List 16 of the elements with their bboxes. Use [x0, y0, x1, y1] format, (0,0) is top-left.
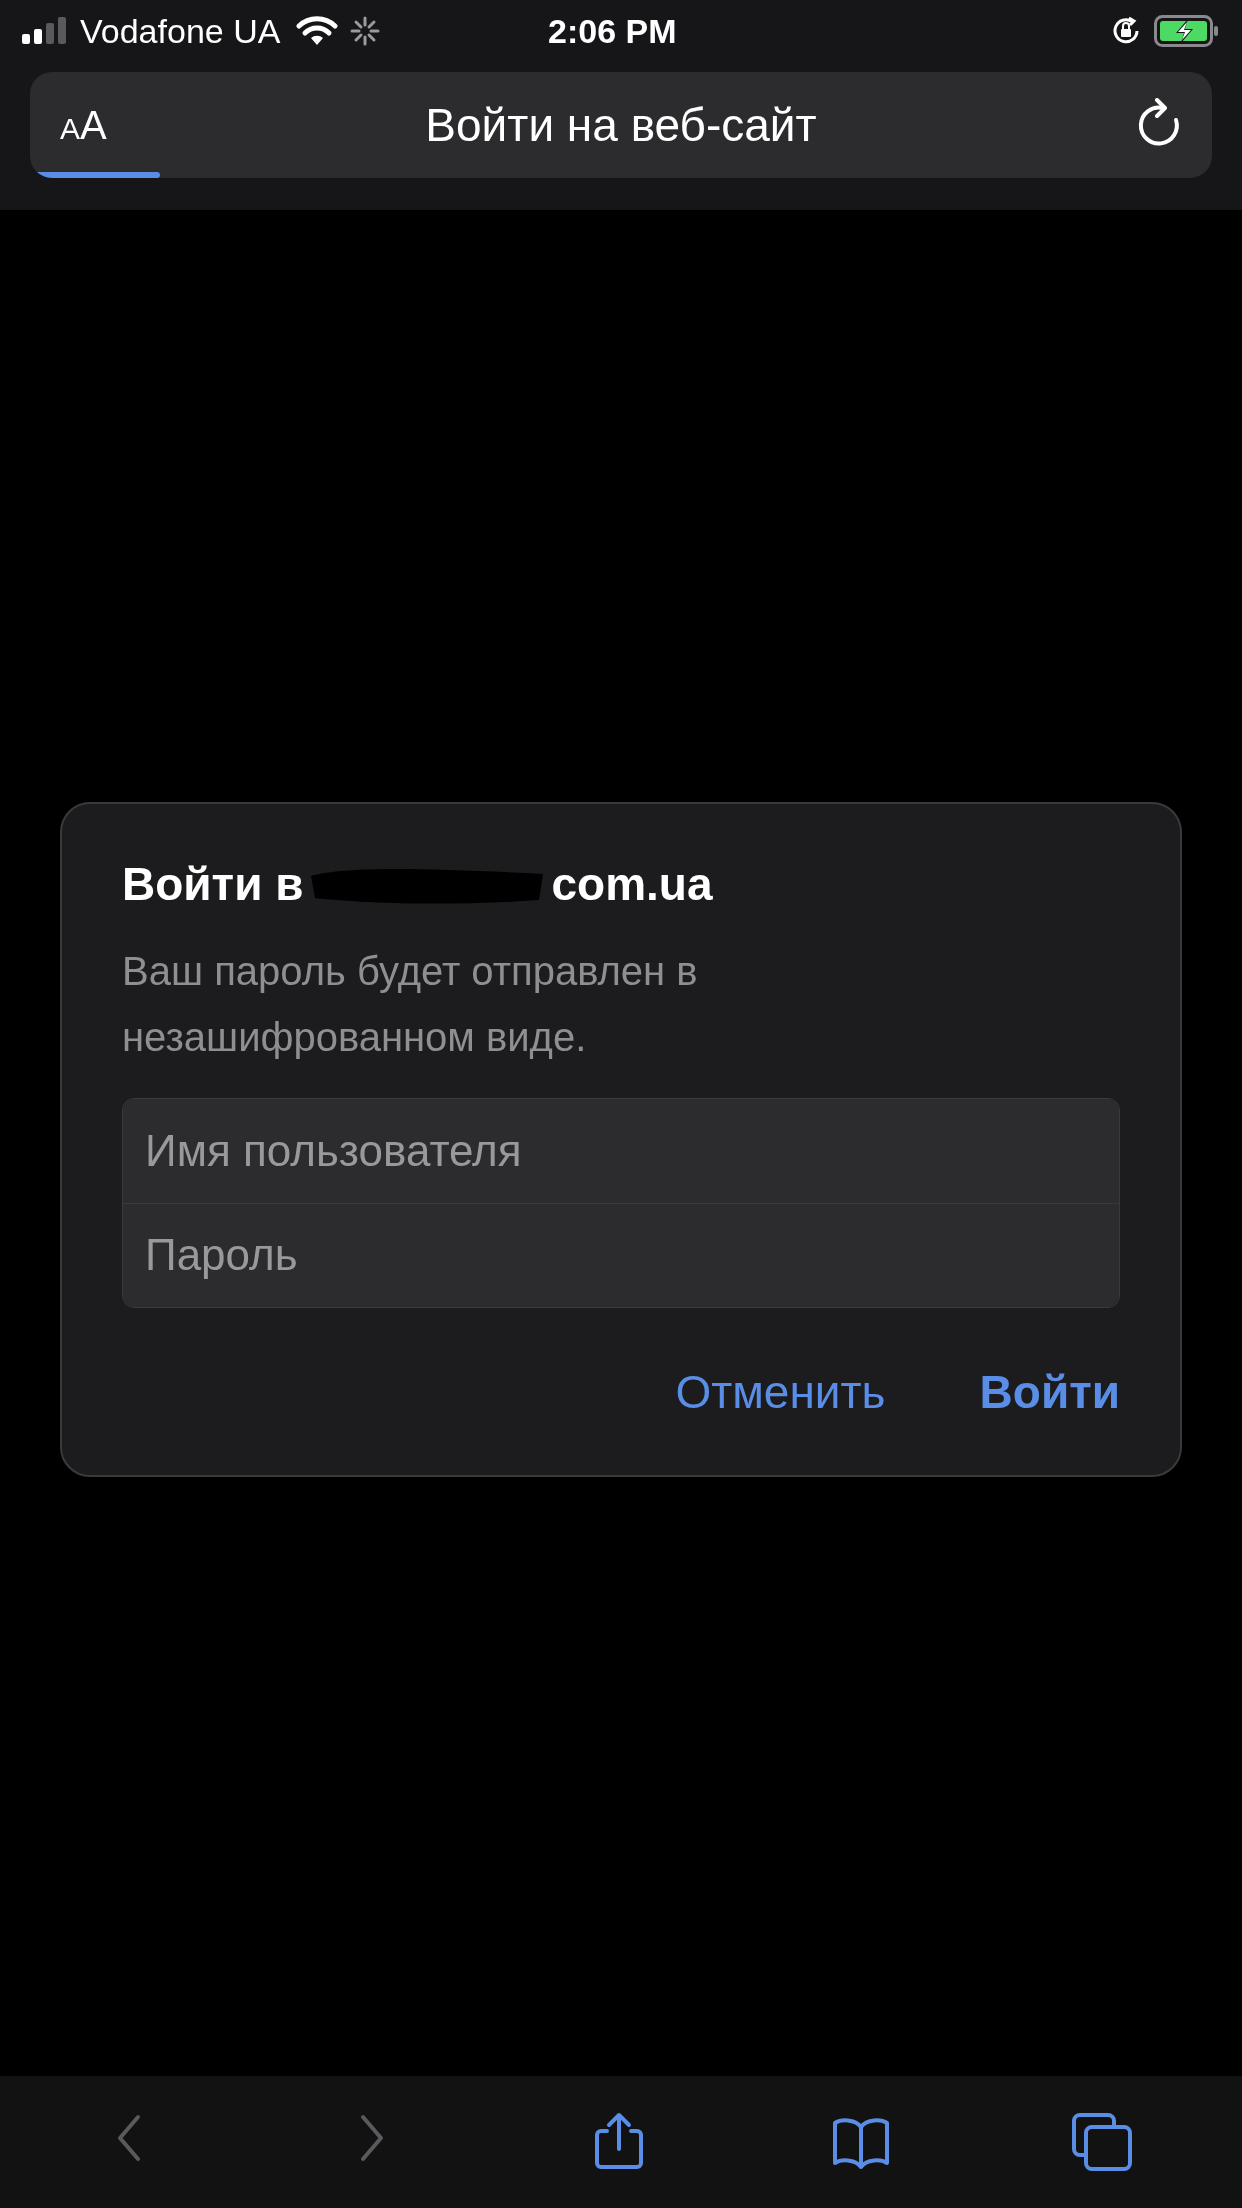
clock-time: 2:06 PM — [548, 10, 677, 52]
input-field[interactable]: Имя пользователя — [123, 1098, 1119, 1203]
activity-spinner-icon — [350, 16, 381, 46]
cancel-button[interactable]: Отменить — [675, 1357, 886, 1427]
login-button[interactable]: Войти — [979, 1357, 1120, 1427]
dialog-message: Ваш пароль будет отправлен в незашифрованном виде. — [122, 947, 699, 1061]
dialog-title: Войти в — [122, 857, 304, 912]
wifi-icon — [296, 15, 339, 47]
page-title: Войти на веб-сайт — [425, 97, 817, 153]
input-field[interactable]: Пароль — [123, 1202, 1119, 1307]
dialog-title-domain: com.ua — [551, 857, 713, 912]
tabs-icon[interactable] — [1069, 2111, 1134, 2173]
text-size-button[interactable]: AA — [60, 105, 107, 145]
carrier-name: Vodafone UA — [80, 10, 281, 52]
address-bar[interactable]: AA Войти на веб-сайт — [30, 72, 1212, 178]
battery-charging-icon — [1154, 15, 1220, 47]
